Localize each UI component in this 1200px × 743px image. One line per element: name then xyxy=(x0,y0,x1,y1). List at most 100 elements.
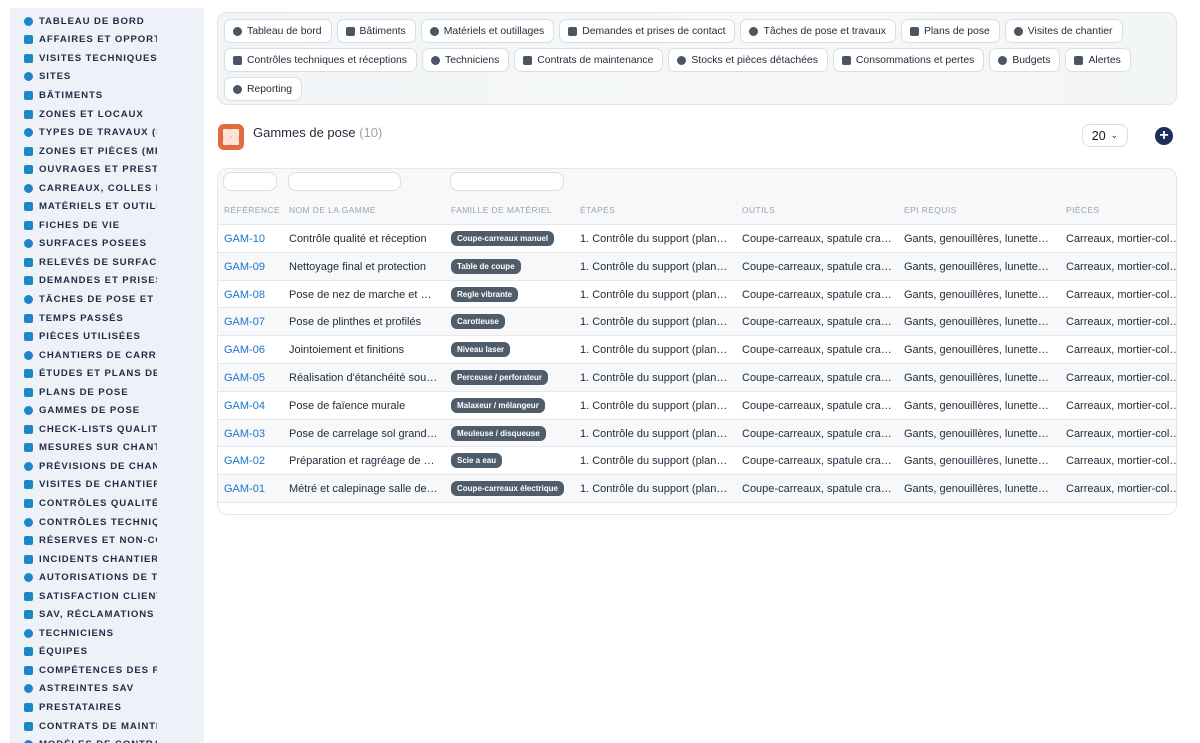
sidebar-item[interactable]: SAV, RÉCLAMATIONS ET GARANTIES xyxy=(10,606,204,625)
sidebar-item[interactable]: DEMANDES ET PRISES DE CONTACT xyxy=(10,272,204,291)
reference-link[interactable]: GAM-09 xyxy=(224,261,284,273)
column-header[interactable]: OUTILS xyxy=(742,205,775,215)
column-header[interactable]: RÉFÉRENCE xyxy=(224,205,280,215)
walk-icon xyxy=(1013,26,1023,36)
sidebar-item[interactable]: OUVRAGES ET PRESTATIONS xyxy=(10,160,204,179)
sidebar-item[interactable]: TABLEAU DE BORD xyxy=(10,12,204,31)
sidebar-item[interactable]: SURFACES POSEES xyxy=(10,235,204,254)
table-cell: Carreaux, mortier-colle, joints xyxy=(1066,399,1177,412)
column-header[interactable]: FAMILLE DE MATÉRIEL xyxy=(451,205,552,215)
table-cell: Contrôle qualité et réception xyxy=(289,233,427,245)
sidebar-item[interactable]: BÂTIMENTS xyxy=(10,86,204,105)
sidebar-item-label: GAMMES DE POSE xyxy=(39,405,141,417)
nav-chip[interactable]: Demandes et prises de contact xyxy=(559,19,736,43)
nav-chip[interactable]: Visites de chantier xyxy=(1004,19,1123,43)
sidebar-item[interactable]: ASTREINTES SAV xyxy=(10,680,204,699)
table-cell: Gants, genouillères, lunettes, … xyxy=(904,427,1054,440)
filter-name-input[interactable] xyxy=(288,172,401,191)
table-row[interactable]: GAM-10 Contrôle qualité et réception Coupe… xyxy=(218,225,1176,253)
sidebar-item[interactable]: MATÉRIELS ET OUTILLAGES xyxy=(10,197,204,216)
sidebar-item[interactable]: AFFAIRES ET OPPORTUNITÉS xyxy=(10,31,204,50)
column-header[interactable]: EPI REQUIS xyxy=(904,205,957,215)
sidebar-item[interactable]: TÂCHES DE POSE ET TRAVAUX xyxy=(10,290,204,309)
sidebar-item[interactable]: MODÈLES DE CONTRATS xyxy=(10,735,204,743)
sidebar-item[interactable]: TECHNICIENS xyxy=(10,624,204,643)
nav-chip[interactable]: Stocks et pièces détachées xyxy=(668,48,828,72)
filter-family-input[interactable] xyxy=(450,172,564,191)
sidebar-item[interactable]: RÉSERVES ET NON-CONFORMITÉS xyxy=(10,531,204,550)
nav-chip[interactable]: Reporting xyxy=(224,77,303,101)
table-row[interactable]: GAM-08 Pose de nez de marche et m… Regle v… xyxy=(218,281,1176,309)
nav-chip[interactable]: Tâches de pose et travaux xyxy=(740,19,896,43)
table-row[interactable]: GAM-03 Pose de carrelage sol grand f… Meul… xyxy=(218,419,1176,448)
sidebar-item[interactable]: MESURES SUR CHANTIER xyxy=(10,439,204,458)
sidebar-item[interactable]: AUTORISATIONS DE TRAVAUX xyxy=(10,568,204,587)
sidebar-item[interactable]: PRESTATAIRES xyxy=(10,698,204,717)
sidebar-item[interactable]: VISITES DE CHANTIER xyxy=(10,476,204,495)
table-row[interactable]: GAM-09 Nettoyage final et protection Table… xyxy=(218,252,1176,281)
sidebar-item[interactable]: GAMMES DE POSE xyxy=(10,401,204,420)
nav-chip[interactable]: Matériels et outillages xyxy=(420,19,555,43)
nav-chip[interactable]: Techniciens xyxy=(422,48,510,72)
task-icon xyxy=(24,294,33,304)
sidebar-item[interactable]: ZONES ET LOCAUX xyxy=(10,105,204,124)
table-row[interactable]: GAM-07 Pose de plinthes et profilés Carott… xyxy=(218,308,1176,337)
sidebar-item[interactable]: SITES xyxy=(10,68,204,87)
contract-icon xyxy=(523,55,533,65)
sidebar-item[interactable]: PRÉVISIONS DE CHANTIER xyxy=(10,457,204,476)
table-row[interactable]: GAM-06 Jointoiement et finitions Niveau la… xyxy=(218,336,1176,364)
nav-chip[interactable]: Contrôles techniques et réceptions xyxy=(224,48,417,72)
sidebar-item-label: SAV, RÉCLAMATIONS ET GARANTIES xyxy=(39,609,157,621)
reference-link[interactable]: GAM-06 xyxy=(224,344,284,356)
sidebar-item[interactable]: FICHES DE VIE xyxy=(10,216,204,235)
nav-chip[interactable]: Bâtiments xyxy=(336,19,416,43)
sidebar-item[interactable]: ÉQUIPES xyxy=(10,643,204,662)
column-header[interactable]: NOM DE LA GAMME xyxy=(289,205,376,215)
reference-link[interactable]: GAM-04 xyxy=(224,400,284,412)
sidebar-item[interactable]: CONTRÔLES TECHNIQUES xyxy=(10,513,204,532)
table-row[interactable]: GAM-05 Réalisation d'étanchéité sous … Per… xyxy=(218,364,1176,392)
sidebar-item[interactable]: INCIDENTS CHANTIER xyxy=(10,550,204,569)
sidebar-item[interactable]: PLANS DE POSE xyxy=(10,383,204,402)
sidebar-item[interactable]: CONTRATS DE MAINTENANCE xyxy=(10,717,204,736)
sidebar-item[interactable]: SATISFACTION CLIENT xyxy=(10,587,204,606)
reference-link[interactable]: GAM-03 xyxy=(224,428,284,440)
reference-link[interactable]: GAM-05 xyxy=(224,372,284,384)
nav-chip-label: Tâches de pose et travaux xyxy=(763,25,886,37)
dashboard-icon xyxy=(233,26,242,36)
reference-link[interactable]: GAM-10 xyxy=(224,233,284,245)
sidebar-item[interactable]: PIÈCES UTILISÉES xyxy=(10,327,204,346)
nav-chip[interactable]: Plans de pose xyxy=(900,19,1000,43)
sidebar-item[interactable]: RELEVÉS DE SURFACES xyxy=(10,253,204,272)
reference-link[interactable]: GAM-08 xyxy=(224,289,284,301)
sidebar-item[interactable]: TYPES DE TRAVAUX (SOL) xyxy=(10,123,204,142)
reference-link[interactable]: GAM-02 xyxy=(224,455,284,467)
column-header[interactable]: PIÈCES xyxy=(1066,205,1100,215)
sidebar-item[interactable]: ÉTUDES ET PLANS DE CALEPINAGE xyxy=(10,364,204,383)
sidebar-item[interactable]: TEMPS PASSÉS xyxy=(10,309,204,328)
nav-chip[interactable]: Tableau de bord xyxy=(224,19,332,43)
table-row[interactable]: GAM-01 Métré et calepinage salle de … Coup… xyxy=(218,475,1176,503)
table-row[interactable]: GAM-02 Préparation et ragréage de s… Scie … xyxy=(218,447,1176,476)
nav-chip[interactable]: Consommations et pertes xyxy=(832,48,985,72)
nav-chip[interactable]: Alertes xyxy=(1065,48,1131,72)
sitemap-icon xyxy=(677,55,687,65)
sidebar-item[interactable]: ZONES ET PIÈCES (MÉTRÉS) xyxy=(10,142,204,161)
sidebar-item[interactable]: CARREAUX, COLLES ET JOINTS xyxy=(10,179,204,198)
nav-chip[interactable]: Contrats de maintenance xyxy=(514,48,664,72)
sidebar-item[interactable]: CONTRÔLES QUALITÉ xyxy=(10,494,204,513)
sidebar-item[interactable]: VISITES TECHNIQUES ET DIAGNOSTICS xyxy=(10,49,204,68)
sidebar-item[interactable]: CHANTIERS DE CARRELAGE xyxy=(10,346,204,365)
sitemap-icon xyxy=(24,128,33,138)
sidebar-item[interactable]: COMPÉTENCES DES POSEURS xyxy=(10,661,204,680)
table-cell: Coupe-carreaux, spatule crantée… xyxy=(742,233,892,245)
sidebar-item[interactable]: CHECK-LISTS QUALITÉ xyxy=(10,420,204,439)
add-button[interactable]: + xyxy=(1155,127,1173,145)
nav-chip[interactable]: Budgets xyxy=(989,48,1061,72)
page-size-select[interactable]: 20 ⌄ xyxy=(1082,124,1128,147)
table-row[interactable]: GAM-04 Pose de faïence murale Malaxeur / m… xyxy=(218,392,1176,420)
reference-link[interactable]: GAM-07 xyxy=(224,316,284,328)
reference-link[interactable]: GAM-01 xyxy=(224,483,284,495)
column-header[interactable]: ÉTAPES xyxy=(580,205,615,215)
filter-reference-input[interactable] xyxy=(223,172,277,191)
